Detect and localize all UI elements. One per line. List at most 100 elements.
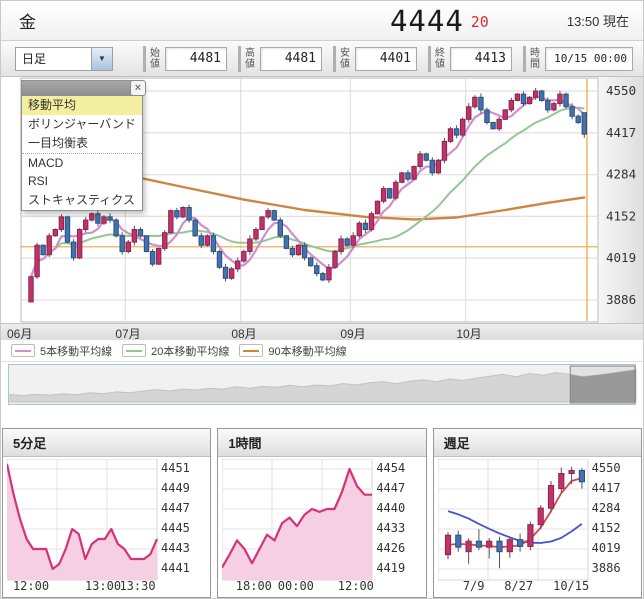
mini-5min-chart: 445144494447444544434441 (3, 457, 210, 579)
candle (436, 160, 440, 173)
legend-swatch (122, 344, 146, 357)
candle (497, 541, 502, 552)
candle (497, 119, 501, 128)
candle (569, 471, 574, 474)
candle (126, 242, 130, 251)
navigator-selection (570, 366, 635, 403)
trading-widget: 金 4444 20 13:50 現在 日足 ▼ 始値4481高値4481安値44… (0, 0, 644, 599)
candle (47, 236, 51, 255)
candle (327, 267, 331, 280)
month-axis: 06月07月08月09月10月 (1, 323, 643, 340)
menu-item[interactable]: RSI (22, 172, 142, 191)
mini-weekly-x-axis: 7/98/2710/15 (434, 579, 641, 597)
close-icon[interactable]: × (130, 80, 146, 96)
candle (175, 211, 179, 217)
candle (466, 541, 471, 552)
candle (455, 535, 460, 547)
menu-item[interactable]: ボリンジャーバンド (22, 115, 142, 134)
candle (345, 239, 349, 245)
candle (284, 236, 288, 249)
candle (579, 471, 584, 482)
instrument-name: 金 (19, 8, 36, 33)
menu-item[interactable]: 一目均衡表 (22, 134, 142, 153)
candle (278, 220, 282, 236)
panel-weekly[interactable]: 週足 455044174284415240193886 7/98/2710/15 (433, 428, 642, 598)
candle (242, 252, 246, 261)
candle (114, 220, 118, 236)
x-tick-label: 00:00 (278, 579, 314, 593)
candle (90, 214, 94, 220)
x-tick-label: 13:30 (119, 579, 155, 593)
candle (406, 173, 410, 179)
candle (424, 154, 428, 160)
candle (229, 269, 233, 278)
candle (412, 167, 416, 180)
legend-swatch (11, 344, 35, 357)
mini-5min-x-axis: 12:0013:0013:30 (3, 579, 210, 597)
candle (491, 122, 495, 128)
field-value[interactable]: 4401 (355, 47, 417, 71)
y-tick-label: 4447 (161, 501, 190, 515)
candle (296, 245, 300, 254)
menu-item[interactable]: ストキャスティクス (22, 191, 142, 210)
x-tick-label: 13:00 (85, 579, 121, 593)
y-tick-label: 4451 (161, 461, 190, 475)
candle (538, 508, 543, 525)
panel-weekly-title: 週足 (444, 433, 470, 452)
price-change: 20 (471, 13, 489, 31)
candle (35, 245, 39, 276)
candle (272, 211, 276, 220)
x-tick-label: 7/9 (463, 579, 485, 593)
price-block: 4444 20 (390, 4, 489, 38)
candle (454, 129, 458, 135)
candle (351, 236, 355, 245)
candle (540, 91, 544, 100)
candle (254, 230, 258, 239)
candle (485, 110, 489, 123)
candle (150, 252, 154, 265)
range-navigator[interactable] (8, 364, 636, 405)
daily-chart-area[interactable]: 455044174284415240193886 06月07月08月09月10月… (1, 77, 643, 340)
menu-item[interactable]: MACD (22, 153, 142, 172)
candle (315, 266, 319, 274)
candle (108, 217, 112, 220)
field-value[interactable]: 4413 (450, 47, 512, 71)
candle (486, 541, 491, 547)
field-time: 時間10/15 00:00 (523, 46, 633, 72)
candle (558, 474, 563, 489)
chevron-down-icon[interactable]: ▼ (91, 48, 112, 70)
candle (400, 173, 404, 182)
y-tick-label: 4019 (592, 541, 621, 555)
candle (321, 274, 325, 280)
y-tick-label: 4417 (606, 125, 636, 140)
candle (181, 207, 185, 216)
field-value[interactable]: 10/15 00:00 (545, 47, 633, 71)
current-price: 4444 (390, 4, 464, 38)
candle (381, 189, 385, 202)
legend-label: 90本移動平均線 (268, 343, 346, 359)
candle (120, 236, 124, 252)
panel-5min-title: 5分足 (13, 433, 46, 452)
legend-label: 5本移動平均線 (40, 343, 112, 359)
mini-1hour-chart: 445444474440443344264419 (218, 457, 425, 579)
x-tick-label: 8/27 (504, 579, 533, 593)
y-tick-label: 4441 (161, 561, 190, 575)
legend-item: 5本移動平均線 (11, 343, 112, 359)
panel-5min[interactable]: 5分足 445144494447444544434441 12:0013:001… (2, 428, 211, 598)
candle (548, 486, 553, 509)
panel-1hour[interactable]: 1時間 445444474440443344264419 18:0000:001… (217, 428, 426, 598)
field-value[interactable]: 4481 (260, 47, 322, 71)
candle (357, 223, 361, 236)
field-value[interactable]: 4481 (165, 47, 227, 71)
candle (503, 110, 507, 119)
legend-label: 20本移動平均線 (151, 343, 229, 359)
timeframe-select[interactable]: 日足 ▼ (15, 47, 113, 71)
x-tick-label: 08月 (231, 325, 256, 342)
candle (223, 267, 227, 278)
candle (211, 236, 215, 252)
panel-weekly-header: 週足 (434, 429, 641, 457)
field-label: 時間 (530, 48, 542, 70)
indicator-menu-titlebar[interactable]: × (22, 81, 142, 96)
menu-item[interactable]: 移動平均 (22, 96, 142, 115)
field-bar (143, 46, 146, 72)
